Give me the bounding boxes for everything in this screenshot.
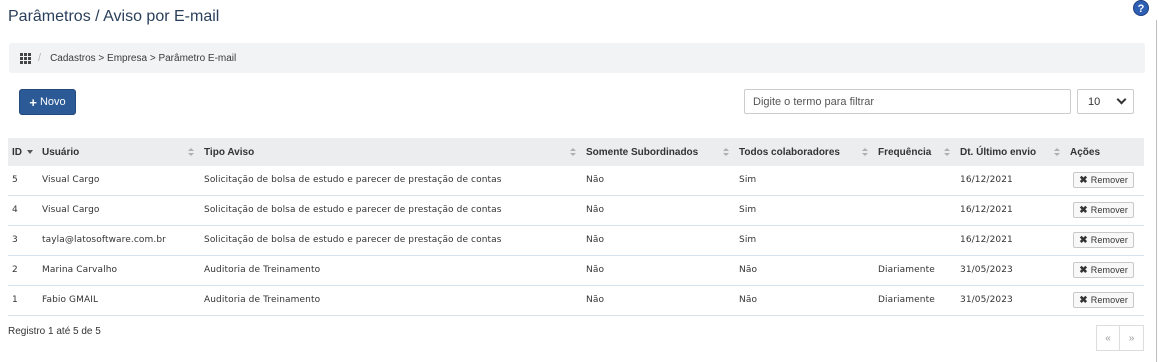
table-row: 1 Fabio GMAIL Auditoria de Treinamento N… xyxy=(8,285,1144,315)
table-row: 4 Visual Cargo Solicitação de bolsa de e… xyxy=(8,195,1144,225)
table-row: 5 Visual Cargo Solicitação de bolsa de e… xyxy=(8,166,1144,195)
cell-todos-colaboradores: Não xyxy=(739,295,758,305)
cell-tipo-aviso: Auditoria de Treinamento xyxy=(204,295,321,305)
remove-button[interactable]: ✖ Remover xyxy=(1073,232,1134,248)
apps-grid-icon[interactable] xyxy=(20,52,31,64)
cell-todos-colaboradores: Não xyxy=(739,265,758,275)
cell-id: 5 xyxy=(12,175,18,186)
cell-frequencia xyxy=(874,195,956,225)
column-header-frequencia[interactable]: Frequência xyxy=(874,138,956,166)
page-size-select[interactable]: 10 xyxy=(1077,89,1134,114)
cell-usuario: Visual Cargo xyxy=(42,205,100,215)
table-row: 3 tayla@latosoftware.com.br Solicitação … xyxy=(8,225,1144,255)
page-size-value: 10 xyxy=(1088,95,1101,108)
cell-usuario: Marina Carvalho xyxy=(42,265,118,275)
column-header-acoes: Ações xyxy=(1070,146,1101,158)
sort-icon xyxy=(723,148,729,157)
cell-frequencia: Diariamente xyxy=(878,295,935,305)
column-header-todos-colaboradores[interactable]: Todos colaboradores xyxy=(735,138,874,166)
cell-somente-subordinados: Não xyxy=(586,265,605,275)
close-icon: ✖ xyxy=(1079,204,1088,216)
sort-icon xyxy=(570,148,576,157)
cell-ultimo-envio: 31/05/2023 xyxy=(960,265,1013,275)
sort-icon xyxy=(188,148,194,157)
cell-frequencia xyxy=(874,166,956,195)
remove-button[interactable]: ✖ Remover xyxy=(1073,262,1134,278)
pagination-info: Registro 1 até 5 de 5 xyxy=(8,326,101,337)
column-header-tipo-aviso[interactable]: Tipo Aviso xyxy=(200,138,582,166)
column-header-id[interactable]: ID xyxy=(8,138,38,166)
cell-acoes: ✖ Remover xyxy=(1066,255,1144,285)
cell-somente-subordinados: Não xyxy=(586,295,605,305)
cell-acoes: ✖ Remover xyxy=(1066,225,1144,255)
remove-button[interactable]: ✖ Remover xyxy=(1073,172,1134,189)
cell-id: 3 xyxy=(12,235,18,245)
breadcrumb-separator: / xyxy=(38,52,42,64)
cell-tipo-aviso: Solicitação de bolsa de estudo e parecer… xyxy=(204,235,502,245)
cell-tipo-aviso: Solicitação de bolsa de estudo e parecer… xyxy=(204,205,502,215)
cell-somente-subordinados: Não xyxy=(586,235,605,245)
close-icon: ✖ xyxy=(1079,264,1088,276)
cell-frequencia: Diariamente xyxy=(878,265,935,275)
cell-id: 2 xyxy=(12,265,18,275)
column-header-ultimo-envio[interactable]: Dt. Último envio xyxy=(956,138,1066,166)
cell-usuario: Fabio GMAIL xyxy=(42,295,99,305)
new-button[interactable]: + Novo xyxy=(19,89,76,115)
cell-todos-colaboradores: Sim xyxy=(739,175,757,186)
cell-tipo-aviso: Auditoria de Treinamento xyxy=(204,265,321,275)
cell-ultimo-envio: 16/12/2021 xyxy=(960,205,1013,215)
cell-somente-subordinados: Não xyxy=(586,205,605,215)
close-icon: ✖ xyxy=(1079,294,1088,306)
column-header-somente-subordinados[interactable]: Somente Subordinados xyxy=(582,138,735,166)
breadcrumb-path[interactable]: Cadastros > Empresa > Parâmetro E-mail xyxy=(50,53,236,64)
filter-input[interactable] xyxy=(744,89,1071,114)
cell-ultimo-envio: 31/05/2023 xyxy=(960,295,1013,305)
pagination: « » xyxy=(1096,325,1144,351)
email-alerts-table: ID Usuário Tipo Aviso Somente Subordinad… xyxy=(8,138,1144,316)
cell-acoes: ✖ Remover xyxy=(1066,195,1144,225)
cell-todos-colaboradores: Sim xyxy=(739,235,757,245)
cell-usuario: tayla@latosoftware.com.br xyxy=(42,235,166,245)
cell-todos-colaboradores: Sim xyxy=(739,205,757,215)
cell-frequencia xyxy=(874,225,956,255)
pagination-next-button[interactable]: » xyxy=(1120,325,1144,351)
cell-tipo-aviso: Solicitação de bolsa de estudo e parecer… xyxy=(204,175,502,186)
help-icon[interactable]: ? xyxy=(1133,0,1149,16)
sort-desc-icon xyxy=(27,150,33,154)
chevron-down-icon xyxy=(1116,94,1127,105)
cell-id: 4 xyxy=(12,205,18,215)
sort-icon xyxy=(862,148,868,157)
cell-usuario: Visual Cargo xyxy=(42,175,100,186)
table-header-row: ID Usuário Tipo Aviso Somente Subordinad… xyxy=(8,138,1144,166)
cell-id: 1 xyxy=(12,295,18,305)
column-header-usuario[interactable]: Usuário xyxy=(38,138,200,166)
pagination-prev-button[interactable]: « xyxy=(1096,325,1120,351)
close-icon: ✖ xyxy=(1079,234,1088,246)
plus-icon: + xyxy=(29,94,37,110)
cell-acoes: ✖ Remover xyxy=(1066,285,1144,315)
page-title: Parâmetros / Aviso por E-mail xyxy=(8,8,220,25)
remove-button[interactable]: ✖ Remover xyxy=(1073,292,1134,308)
remove-button[interactable]: ✖ Remover xyxy=(1073,202,1134,218)
close-icon: ✖ xyxy=(1079,174,1088,186)
cell-ultimo-envio: 16/12/2021 xyxy=(960,175,1013,186)
sort-icon xyxy=(1054,148,1060,157)
breadcrumb: / Cadastros > Empresa > Parâmetro E-mail xyxy=(9,43,1145,73)
cell-acoes: ✖ Remover xyxy=(1066,166,1144,195)
new-button-label: Novo xyxy=(39,96,66,108)
table-row: 2 Marina Carvalho Auditoria de Treinamen… xyxy=(8,255,1144,285)
cell-somente-subordinados: Não xyxy=(586,175,605,186)
sort-icon xyxy=(944,148,950,157)
cell-ultimo-envio: 16/12/2021 xyxy=(960,235,1013,245)
window-border xyxy=(1156,20,1157,362)
